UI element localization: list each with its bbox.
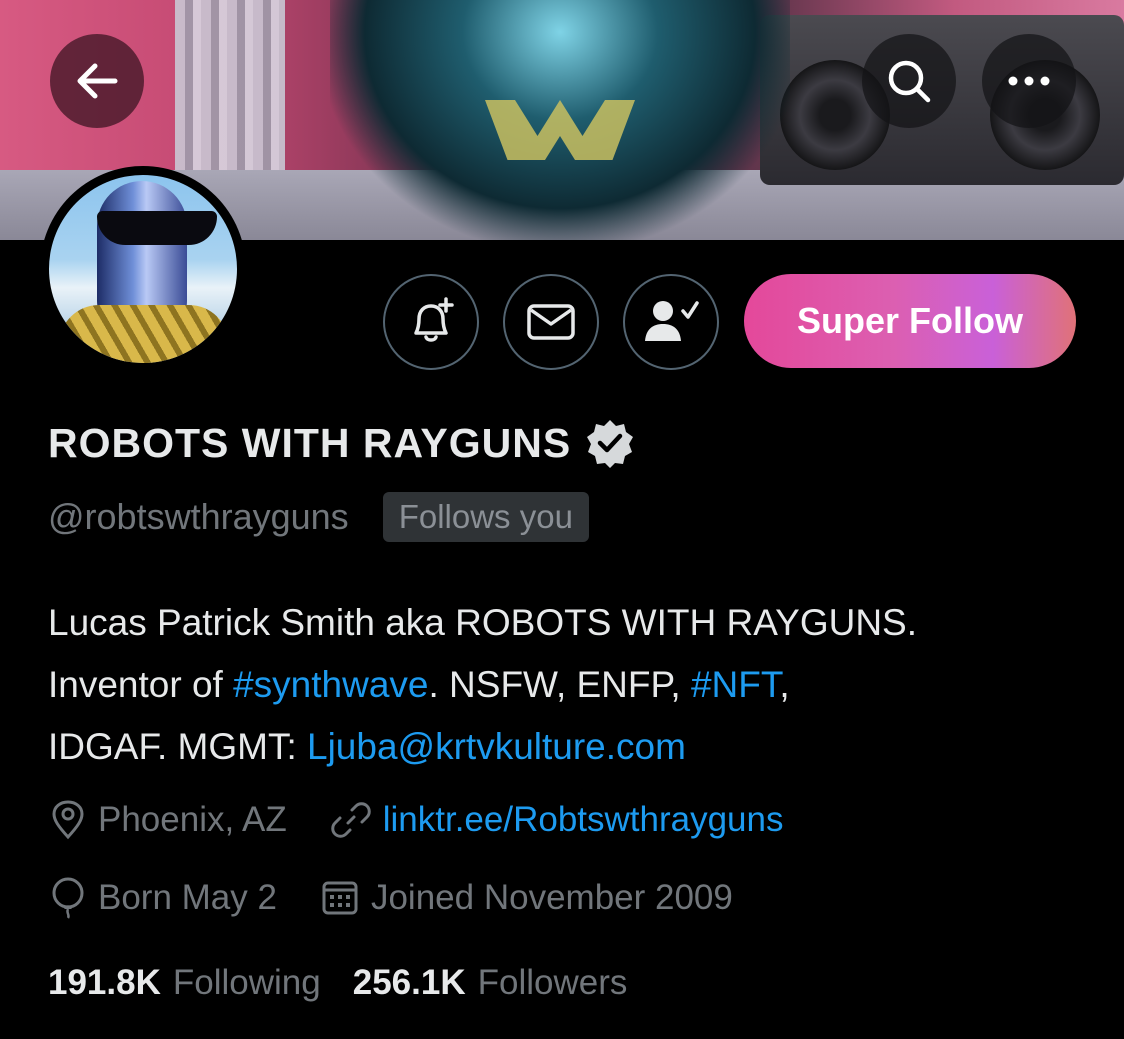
join-date: Joined November 2009 [321,878,733,918]
banner-column [175,0,285,180]
more-horizontal-icon [1008,76,1050,86]
follow-stats: 191.8K Following 256.1K Followers [48,963,659,1003]
profile-meta-row: Born May 2 Joined November 2009 [50,877,777,919]
search-button[interactable] [862,34,956,128]
bio-line: IDGAF. MGMT: Ljuba@krtvkulture.com [48,716,1098,778]
birthday-text: Born May 2 [98,878,277,917]
calendar-icon [322,881,358,915]
location-pin-icon [52,800,84,840]
message-button[interactable] [503,274,599,370]
bio-text: . NSFW, ENFP, [428,664,691,705]
more-button[interactable] [982,34,1076,128]
avatar-sunglasses [97,211,217,245]
followers-label: Followers [477,963,628,1002]
display-name: ROBOTS WITH RAYGUNS [48,419,572,466]
handle-row: @robtswthrayguns Follows you [48,492,589,542]
website-link[interactable]: linktr.ee/Robtswthrayguns [383,800,784,840]
following-count: 191.8K [48,963,161,1002]
balloon-icon [52,877,84,919]
profile-name-row: ROBOTS WITH RAYGUNS [48,418,635,468]
link-icon [330,802,371,838]
bio-text: , [779,664,790,705]
avatar[interactable] [40,166,246,372]
user-handle: @robtswthrayguns [48,496,349,537]
bio-line: Lucas Patrick Smith aka ROBOTS WITH RAYG… [48,592,1098,654]
follows-you-badge: Follows you [382,492,589,542]
profile-meta-row: Phoenix, AZ linktr.ee/Robtswthrayguns [50,800,828,840]
avatar-image [49,175,237,363]
bell-plus-icon [414,297,454,342]
birthday: Born May 2 [50,877,277,919]
search-icon [888,60,931,103]
profile-bio: Lucas Patrick Smith aka ROBOTS WITH RAYG… [48,592,1098,778]
hashtag-link[interactable]: #synthwave [233,664,428,705]
verified-badge-icon [587,420,634,468]
following-stat[interactable]: 191.8K Following [48,963,321,1003]
following-label: Following [172,963,321,1002]
followers-stat[interactable]: 256.1K Followers [353,963,628,1003]
join-date-text: Joined November 2009 [370,878,733,917]
arrow-left-icon [77,63,118,99]
location-text: Phoenix, AZ [98,800,287,839]
avatar-gold-chain [59,305,229,363]
following-button[interactable] [623,274,719,370]
envelope-icon [527,304,575,340]
back-button[interactable] [50,34,144,128]
person-check-icon [645,301,699,341]
hashtag-link[interactable]: #NFT [691,664,779,705]
email-link[interactable]: Ljuba@krtvkulture.com [307,726,686,767]
bio-text: IDGAF. MGMT: [48,726,307,767]
location: Phoenix, AZ [50,800,287,840]
notifications-button[interactable] [383,274,479,370]
super-follow-button[interactable]: Super Follow [744,274,1076,368]
website[interactable]: linktr.ee/Robtswthrayguns [330,800,784,840]
followers-count: 256.1K [352,963,466,1002]
bio-text: Lucas Patrick Smith aka ROBOTS WITH RAYG… [48,602,917,643]
bio-line: Inventor of #synthwave. NSFW, ENFP, #NFT… [48,654,1098,716]
bio-text: Inventor of [48,664,234,705]
